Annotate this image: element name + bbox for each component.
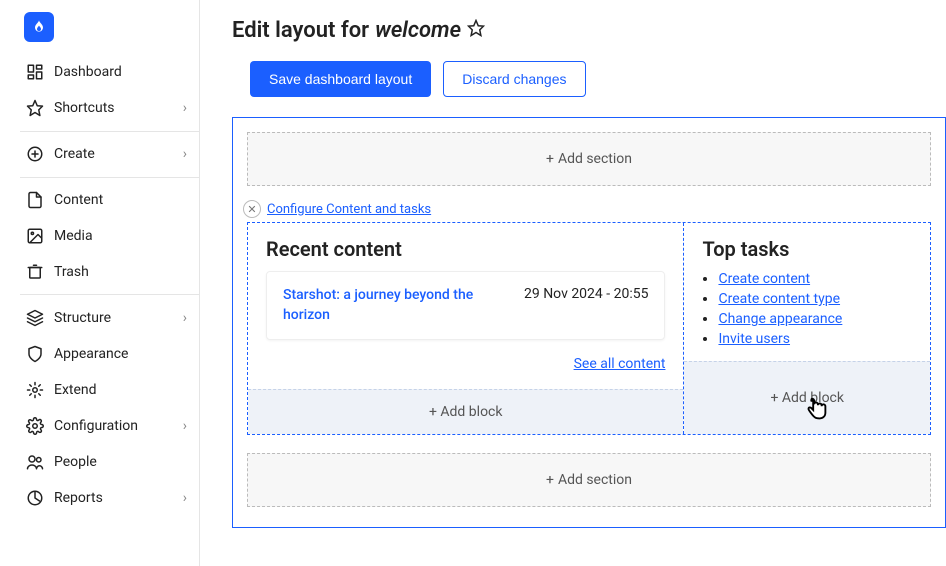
chart-icon — [26, 489, 44, 507]
task-link[interactable]: Invite users — [718, 331, 790, 347]
sidebar-item-structure[interactable]: Structure › — [20, 294, 199, 336]
chevron-right-icon: › — [183, 146, 187, 162]
add-block-label: Add block — [440, 404, 502, 420]
save-layout-button[interactable]: Save dashboard layout — [250, 61, 431, 97]
image-icon — [26, 227, 44, 245]
action-toolbar: Save dashboard layout Discard changes — [232, 61, 946, 117]
sidebar-item-label: Dashboard — [54, 64, 187, 80]
sidebar-item-label: Content — [54, 192, 187, 208]
drupal-icon — [31, 19, 47, 35]
app-logo[interactable] — [24, 12, 54, 42]
sidebar-item-label: Media — [54, 228, 187, 244]
page-title-subject: welcome — [375, 18, 461, 43]
discard-changes-button[interactable]: Discard changes — [443, 61, 585, 97]
task-link[interactable]: Create content — [718, 271, 810, 287]
page-title: Edit layout for welcome — [232, 18, 946, 43]
people-icon — [26, 453, 44, 471]
plus-icon: + — [429, 404, 437, 420]
task-item: Invite users — [718, 331, 912, 347]
see-all-content-link[interactable]: See all content — [574, 356, 666, 372]
region-recent-content: Recent content Starshot: a journey beyon… — [248, 223, 684, 434]
remove-section-icon[interactable]: ✕ — [243, 200, 261, 218]
add-section-bottom[interactable]: +Add section — [247, 453, 931, 507]
file-icon — [26, 191, 44, 209]
gear-icon — [26, 417, 44, 435]
layout-canvas: +Add section ✕ Configure Content and tas… — [232, 117, 946, 528]
add-block-left[interactable]: + Add block — [248, 389, 683, 434]
add-block-label: Add block — [782, 390, 844, 406]
task-item: Create content type — [718, 291, 912, 307]
sidebar-item-label: Configuration — [54, 418, 173, 434]
sidebar-item-label: Reports — [54, 490, 173, 506]
sidebar-item-reports[interactable]: Reports › — [20, 480, 199, 516]
add-section-top[interactable]: +Add section — [247, 132, 931, 186]
chevron-right-icon: › — [183, 310, 187, 326]
sidebar-item-appearance[interactable]: Appearance — [20, 336, 199, 372]
recent-content-heading: Recent content — [248, 223, 683, 271]
region-top-tasks: Top tasks Create content Create content t… — [684, 223, 930, 434]
sidebar-item-label: Structure — [54, 310, 173, 326]
sidebar-item-dashboard[interactable]: Dashboard — [20, 54, 199, 90]
see-all-wrapper: See all content — [248, 346, 683, 384]
sidebar-item-trash[interactable]: Trash — [20, 254, 199, 290]
plus-icon: + — [546, 151, 554, 167]
configure-section-link[interactable]: Configure Content and tasks — [267, 202, 431, 217]
section-columns: Recent content Starshot: a journey beyon… — [247, 222, 931, 435]
sidebar-item-people[interactable]: People — [20, 444, 199, 480]
sidebar-item-label: Trash — [54, 264, 187, 280]
plus-circle-icon — [26, 145, 44, 163]
layers-icon — [26, 309, 44, 327]
section-header: ✕ Configure Content and tasks — [243, 200, 931, 218]
task-list: Create content Create content type Change … — [684, 271, 930, 361]
dashboard-icon — [26, 63, 44, 81]
chevron-right-icon: › — [183, 418, 187, 434]
plus-icon: + — [770, 390, 778, 406]
sidebar-item-configuration[interactable]: Configuration › — [20, 408, 199, 444]
task-link[interactable]: Create content type — [718, 291, 840, 307]
chevron-right-icon: › — [183, 100, 187, 116]
sidebar-item-label: Create — [54, 146, 173, 162]
sidebar-item-content[interactable]: Content — [20, 182, 199, 218]
page-title-prefix: Edit layout for — [232, 18, 369, 43]
plus-icon: + — [546, 472, 554, 488]
shield-icon — [26, 345, 44, 363]
add-section-label: Add section — [558, 151, 632, 167]
top-tasks-heading: Top tasks — [684, 223, 930, 271]
star-outline-icon[interactable] — [467, 18, 485, 43]
trash-icon — [26, 263, 44, 281]
sidebar-item-create[interactable]: Create › — [20, 136, 199, 178]
sidebar-item-label: People — [54, 454, 187, 470]
sidebar-item-shortcuts[interactable]: Shortcuts › — [20, 90, 199, 132]
content-item-date: 29 Nov 2024 - 20:55 — [524, 286, 648, 325]
task-item: Create content — [718, 271, 912, 287]
add-block-right[interactable]: + Add block — [684, 361, 930, 434]
sidebar-item-label: Extend — [54, 382, 187, 398]
sidebar-item-media[interactable]: Media — [20, 218, 199, 254]
main-content: Edit layout for welcome Save dashboard l… — [200, 0, 946, 566]
sidebar-item-label: Appearance — [54, 346, 187, 362]
task-link[interactable]: Change appearance — [718, 311, 842, 327]
chevron-right-icon: › — [183, 490, 187, 506]
puzzle-icon — [26, 381, 44, 399]
sidebar-item-extend[interactable]: Extend — [20, 372, 199, 408]
task-item: Change appearance — [718, 311, 912, 327]
sidebar-item-label: Shortcuts — [54, 100, 173, 116]
add-section-label: Add section — [558, 472, 632, 488]
content-card: Starshot: a journey beyond the horizon 2… — [266, 271, 665, 340]
content-item-title[interactable]: Starshot: a journey beyond the horizon — [283, 286, 500, 325]
star-icon — [26, 99, 44, 117]
sidebar: Dashboard Shortcuts › Create › Content Media Tr… — [0, 0, 200, 566]
